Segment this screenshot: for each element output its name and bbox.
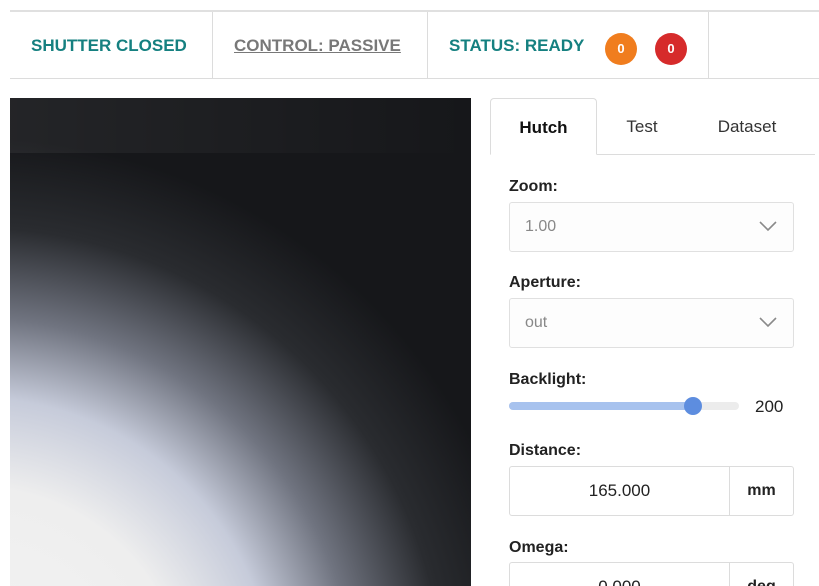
divider <box>212 12 213 79</box>
sample-video-view[interactable] <box>10 98 471 586</box>
backlight-slider[interactable] <box>509 397 739 415</box>
tab-test[interactable]: Test <box>597 98 687 155</box>
omega-label: Omega: <box>509 539 569 556</box>
distance-unit: mm <box>729 466 794 516</box>
aperture-select[interactable]: out <box>509 298 794 348</box>
aperture-value: out <box>525 314 548 331</box>
zoom-label: Zoom: <box>509 178 558 195</box>
backlight-label: Backlight: <box>509 371 587 388</box>
aperture-label: Aperture: <box>509 274 582 291</box>
errors-count-badge[interactable]: 0 <box>655 33 687 65</box>
warnings-count-badge[interactable]: 0 <box>605 33 637 65</box>
tab-hutch[interactable]: Hutch <box>490 98 597 155</box>
backlight-slider-handle[interactable] <box>684 397 702 415</box>
divider <box>708 12 709 79</box>
ready-status: STATUS: READY <box>449 36 585 55</box>
backlight-slider-fill <box>509 402 693 410</box>
chevron-down-icon <box>759 221 777 232</box>
chevron-down-icon <box>759 317 777 328</box>
zoom-select[interactable]: 1.00 <box>509 202 794 252</box>
distance-label: Distance: <box>509 442 582 459</box>
status-bar: SHUTTER CLOSED CONTROL: PASSIVE STATUS: … <box>10 10 819 79</box>
distance-input[interactable]: 165.000 <box>509 466 730 516</box>
zoom-value: 1.00 <box>525 218 557 235</box>
divider <box>427 12 428 79</box>
tab-dataset[interactable]: Dataset <box>687 98 807 155</box>
shutter-status: SHUTTER CLOSED <box>31 36 187 55</box>
video-top-band <box>10 98 471 153</box>
backlight-value: 200 <box>755 397 784 416</box>
tab-bar: Hutch Test Dataset <box>490 98 815 155</box>
omega-input[interactable]: 0.000 <box>509 562 730 586</box>
control-mode-link[interactable]: CONTROL: PASSIVE <box>234 12 401 79</box>
omega-unit: deg <box>729 562 794 586</box>
